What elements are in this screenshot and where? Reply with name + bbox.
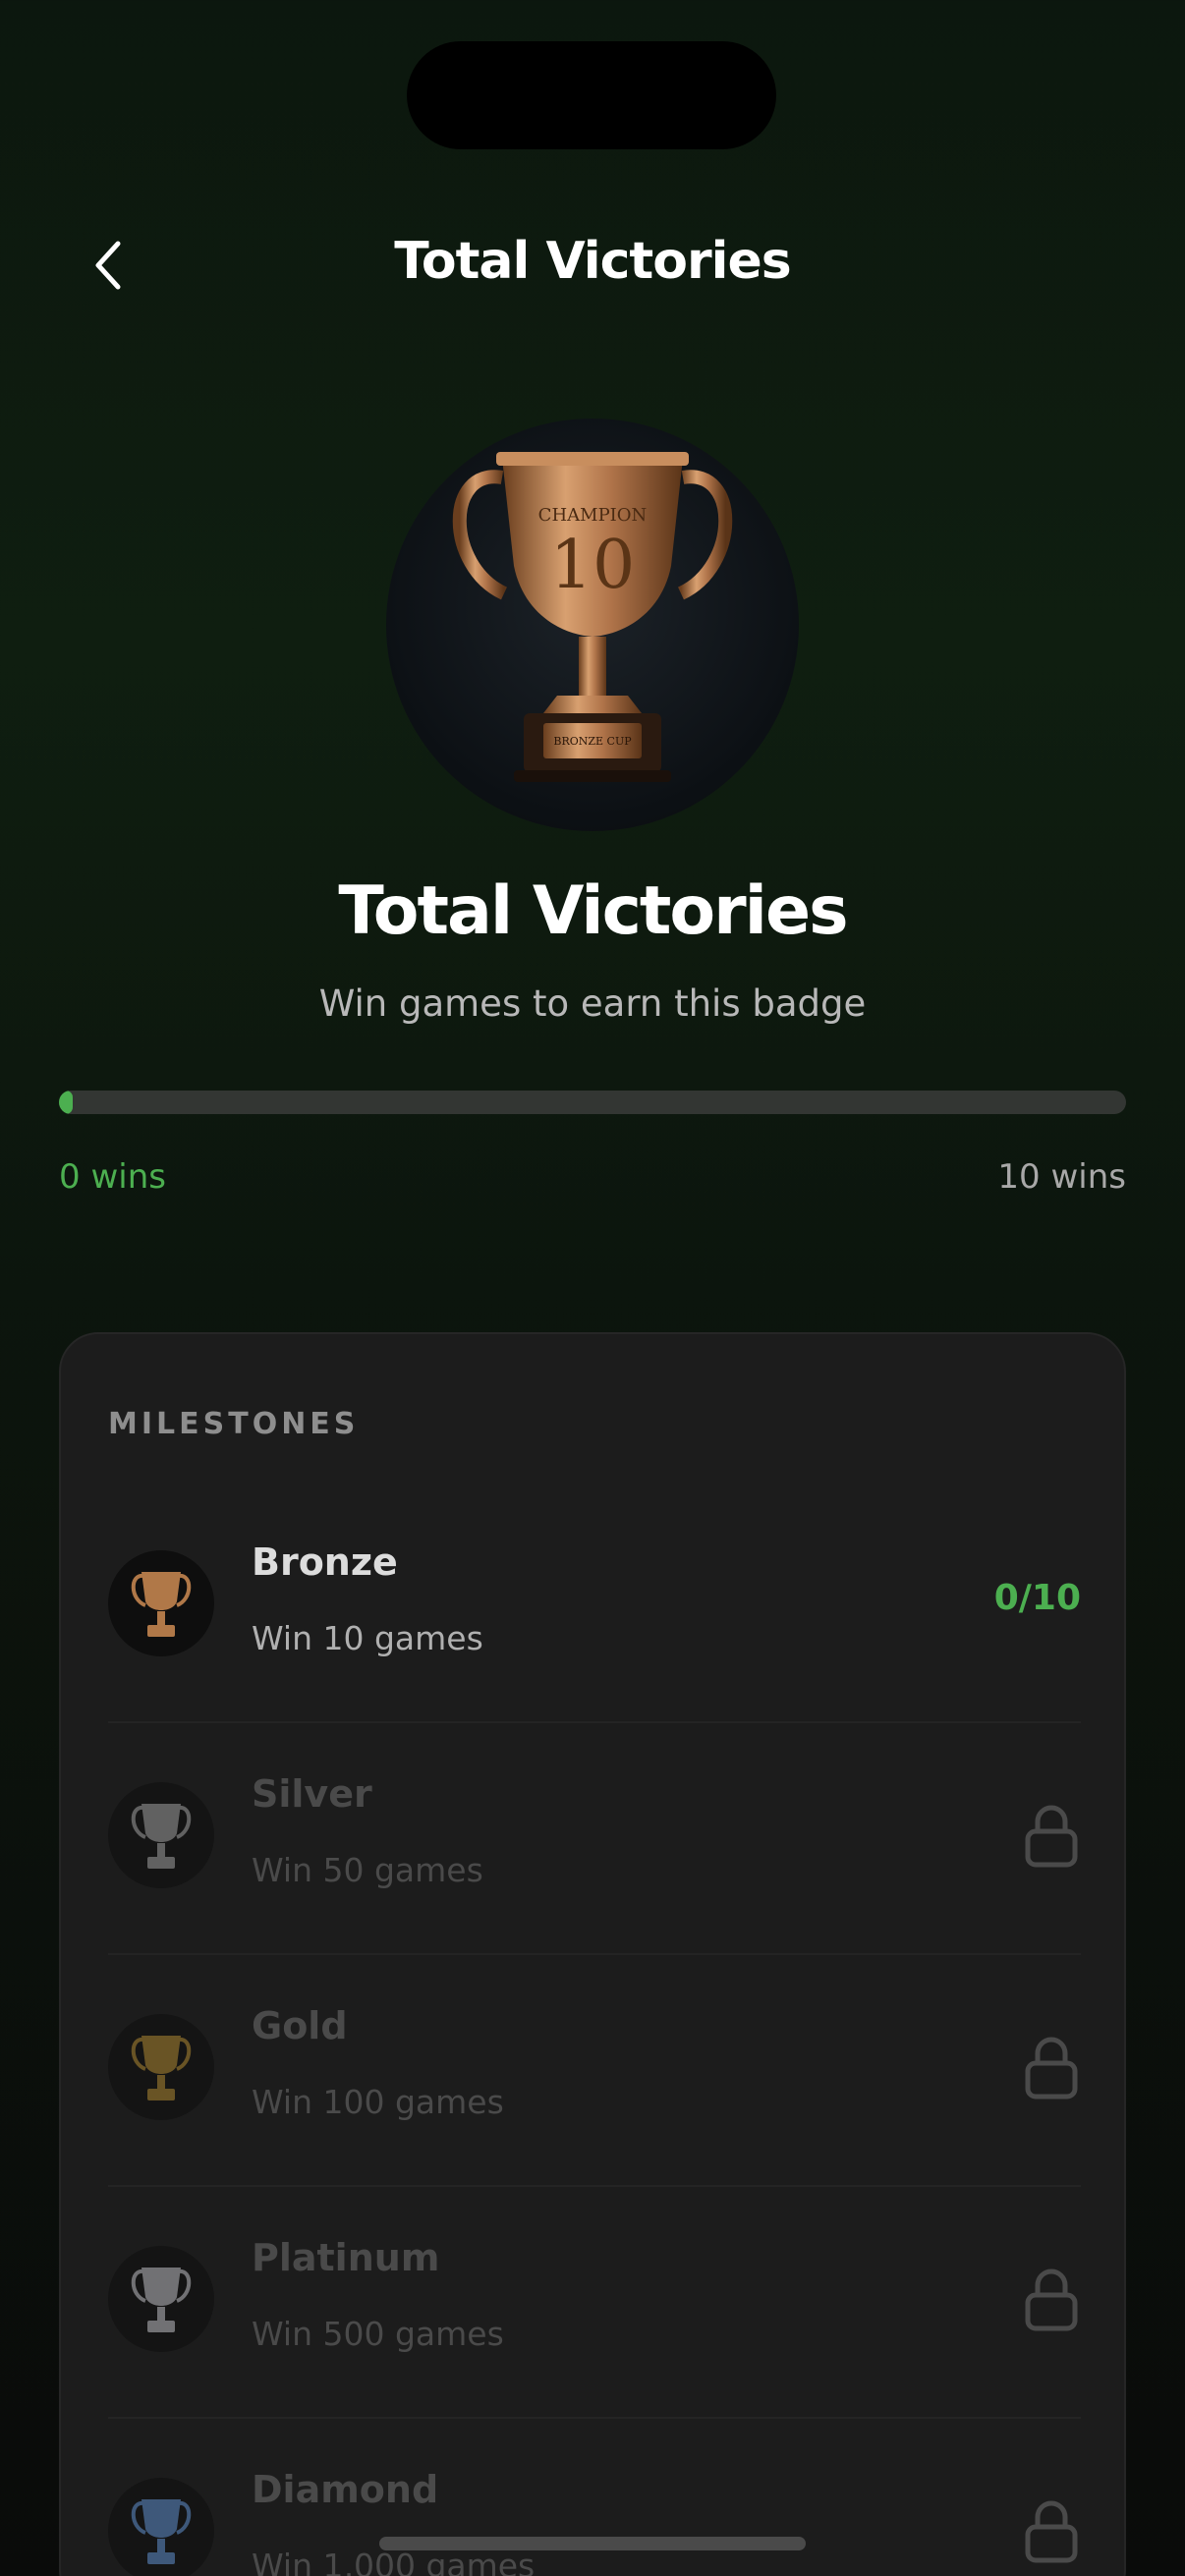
progress-target-label: 10 wins xyxy=(997,1157,1126,1197)
milestone-bronze[interactable]: Bronze Win 10 games 0/10 xyxy=(108,1491,1081,1723)
trophy-icon xyxy=(131,2499,192,2564)
trophy-icon xyxy=(131,2036,192,2100)
milestone-trophy-thumb xyxy=(108,2478,214,2576)
lock-icon xyxy=(1025,2037,1078,2100)
trophy-shape xyxy=(141,1804,181,1842)
badge-trophy-image: CHAMPION 10 BRONZE CUP xyxy=(386,419,799,831)
milestone-name: Diamond xyxy=(252,2468,439,2511)
home-indicator[interactable] xyxy=(379,2537,806,2550)
milestones-heading: MILESTONES xyxy=(108,1407,360,1441)
milestone-silver[interactable]: Silver Win 50 games xyxy=(108,1723,1081,1955)
trophy-plaque-text: BRONZE CUP xyxy=(553,735,632,748)
trophy-engraving: CHAMPION xyxy=(538,505,648,526)
milestone-name: Gold xyxy=(252,2004,348,2047)
trophy-shape xyxy=(147,2552,175,2564)
progress-bar xyxy=(59,1091,1126,1114)
progress-current-label: 0 wins xyxy=(59,1157,166,1197)
trophy-shape xyxy=(147,2089,175,2100)
progress-bar-fill xyxy=(59,1091,73,1114)
milestone-trophy-thumb xyxy=(108,2246,214,2352)
milestone-gold[interactable]: Gold Win 100 games xyxy=(108,1955,1081,2187)
milestone-trophy-thumb xyxy=(108,2014,214,2120)
trophy-shape xyxy=(157,1611,165,1625)
badge-subtitle: Win games to earn this badge xyxy=(318,982,867,1025)
milestone-trophy-thumb xyxy=(108,1550,214,1656)
trophy-shape xyxy=(141,2036,181,2074)
lock-icon xyxy=(1025,1805,1078,1868)
trophy-shape xyxy=(141,1572,181,1610)
dynamic-island xyxy=(407,41,776,149)
milestone-desc: Win 100 games xyxy=(252,2083,504,2121)
milestone-desc: Win 50 games xyxy=(252,1851,483,1889)
milestone-desc: Win 1,000 games xyxy=(252,2547,536,2576)
milestone-desc: Win 500 games xyxy=(252,2315,504,2353)
trophy-icon xyxy=(131,1804,192,1869)
trophy-shape xyxy=(147,2321,175,2332)
milestone-name: Silver xyxy=(252,1772,372,1816)
trophy-shape xyxy=(157,2075,165,2089)
milestone-platinum[interactable]: Platinum Win 500 games xyxy=(108,2187,1081,2419)
trophy-shape xyxy=(157,1843,165,1857)
milestone-desc: Win 10 games xyxy=(252,1619,483,1657)
page-title: Total Victories xyxy=(394,232,791,291)
trophy-icon: CHAMPION 10 BRONZE CUP xyxy=(452,452,733,782)
trophy-shape xyxy=(141,2499,181,2538)
badge-title: Total Victories xyxy=(338,872,848,950)
trophy-shape xyxy=(147,1857,175,1869)
milestone-diamond[interactable]: Diamond Win 1,000 games xyxy=(108,2419,1081,2576)
milestone-progress-count: 0/10 xyxy=(993,1578,1081,1618)
lock-icon xyxy=(1025,2500,1078,2563)
lock-icon xyxy=(1025,2268,1078,2331)
trophy-number: 10 xyxy=(550,527,636,604)
milestone-trophy-thumb xyxy=(108,1782,214,1888)
trophy-shape xyxy=(141,2268,181,2306)
header: Total Victories xyxy=(0,226,1185,305)
milestone-name: Bronze xyxy=(252,1540,398,1584)
trophy-icon xyxy=(131,2268,192,2332)
trophy-shape xyxy=(147,1625,175,1637)
milestone-name: Platinum xyxy=(252,2236,440,2279)
trophy-icon xyxy=(131,1572,192,1637)
trophy-shape xyxy=(157,2539,165,2552)
trophy-shape xyxy=(157,2307,165,2321)
milestones-card: MILESTONES Bronze Win 10 games 0/10 Silv… xyxy=(59,1332,1126,2576)
